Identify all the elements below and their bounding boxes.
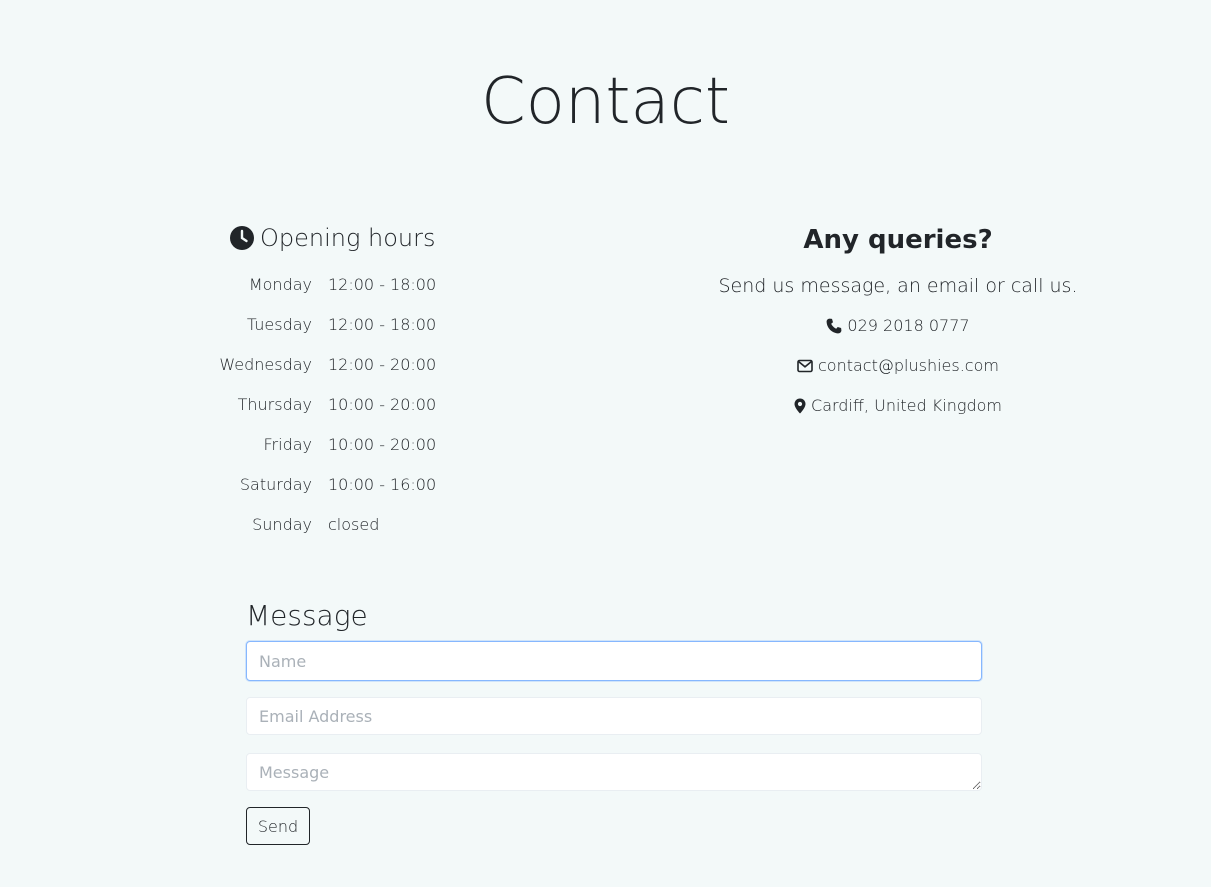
hours-time: 10:00 - 20:00 xyxy=(328,434,437,454)
clock-icon xyxy=(230,226,254,250)
map-marker-icon xyxy=(794,398,806,414)
hours-day: Monday xyxy=(248,274,312,294)
hours-row-sunday: Sunday closed xyxy=(200,504,436,544)
hours-time: 12:00 - 18:00 xyxy=(328,314,437,334)
hours-time: 10:00 - 16:00 xyxy=(328,474,437,494)
email-input[interactable] xyxy=(246,697,982,735)
contact-location: Cardiff, United Kingdom xyxy=(680,394,1116,418)
hours-row-wednesday: Wednesday 12:00 - 20:00 xyxy=(200,344,436,384)
hours-day: Thursday xyxy=(237,394,312,414)
location-text: Cardiff, United Kingdom xyxy=(811,396,1002,415)
envelope-icon xyxy=(797,359,813,373)
email-address: contact@plushies.com xyxy=(818,356,999,375)
hours-time: 12:00 - 18:00 xyxy=(328,274,437,294)
hours-row-monday: Monday 12:00 - 18:00 xyxy=(200,264,436,304)
phone-icon xyxy=(827,318,842,334)
message-form: Message Send xyxy=(246,598,982,845)
hours-time: closed xyxy=(328,514,380,534)
queries-section: Any queries? Send us message, an email o… xyxy=(680,222,1116,418)
hours-day: Wednesday xyxy=(219,354,312,374)
hours-day: Tuesday xyxy=(246,314,312,334)
contact-phone: 029 2018 0777 xyxy=(680,314,1116,338)
hours-row-friday: Friday 10:00 - 20:00 xyxy=(200,424,437,464)
hours-day: Saturday xyxy=(239,474,312,494)
name-input[interactable] xyxy=(246,641,982,681)
hours-day: Sunday xyxy=(252,514,312,534)
hours-time: 10:00 - 20:00 xyxy=(328,394,437,414)
hours-time: 12:00 - 20:00 xyxy=(328,354,437,374)
hours-row-thursday: Thursday 10:00 - 20:00 xyxy=(200,384,437,424)
contact-email: contact@plushies.com xyxy=(680,354,1116,378)
hours-row-tuesday: Tuesday 12:00 - 18:00 xyxy=(200,304,436,344)
hours-row-saturday: Saturday 10:00 - 16:00 xyxy=(200,464,436,504)
queries-title: Any queries? xyxy=(803,225,993,255)
queries-text: Send us message, an email or call us. xyxy=(718,275,1078,297)
message-textarea[interactable] xyxy=(246,753,982,791)
opening-hours-table: Monday 12:00 - 18:00 Tuesday 12:00 - 18:… xyxy=(200,264,436,544)
message-form-title: Message xyxy=(246,599,368,632)
send-button[interactable]: Send xyxy=(246,807,310,845)
opening-hours-title: Opening hours xyxy=(260,224,436,252)
page-title: Contact xyxy=(481,65,730,139)
hours-day: Friday xyxy=(263,434,313,454)
opening-hours-heading: Opening hours xyxy=(230,222,436,254)
phone-number: 029 2018 0777 xyxy=(847,316,970,335)
